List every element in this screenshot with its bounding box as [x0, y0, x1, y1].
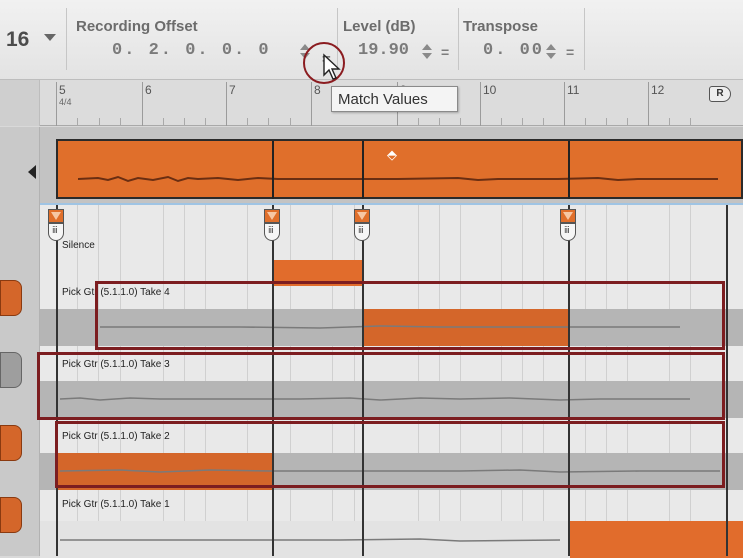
time-signature: 4/4	[59, 97, 72, 107]
highlight-box	[55, 421, 725, 488]
level-label: Level (dB)	[343, 18, 416, 35]
track-header-strip	[0, 127, 40, 556]
take-3-handle[interactable]	[0, 352, 22, 388]
inspector-bar: 16 Recording Offset 0. 2. 0. 0. 0 = Leve…	[0, 0, 743, 80]
bar-tick	[648, 82, 649, 126]
match-transpose-button[interactable]: =	[566, 44, 574, 60]
comp-marker[interactable]	[45, 209, 67, 247]
recording-offset-value[interactable]: 0. 2. 0. 0. 0	[112, 41, 271, 60]
comp-boundary	[362, 141, 364, 199]
bar-label-11: 11	[567, 83, 580, 97]
bar-label-12: 12	[651, 83, 665, 97]
comp-boundary	[726, 205, 728, 556]
tooltip: Match Values	[331, 86, 458, 112]
bar-tick	[564, 82, 565, 126]
separator	[584, 8, 585, 70]
comp-track: ⬘	[40, 127, 743, 205]
bar-tick	[226, 82, 227, 126]
region-marker[interactable]: R	[709, 86, 731, 102]
level-handle-icon[interactable]: ⬘	[387, 147, 397, 163]
comp-marker[interactable]	[261, 209, 283, 247]
bar-label-10: 10	[483, 83, 497, 97]
separator	[66, 8, 67, 70]
highlight-box	[37, 352, 725, 420]
bar-tick	[311, 82, 312, 126]
spinner-icon[interactable]	[546, 44, 557, 60]
level-value[interactable]: 19.90	[358, 41, 409, 60]
comp-boundary	[272, 141, 274, 199]
waveform	[78, 175, 718, 183]
bar-tick	[56, 82, 57, 126]
take-2-handle[interactable]	[0, 425, 22, 461]
chevron-down-icon[interactable]	[44, 34, 56, 41]
highlight-box	[95, 281, 725, 350]
recording-offset-label: Recording Offset	[76, 18, 198, 35]
take-1-handle[interactable]	[0, 497, 22, 533]
separator	[458, 8, 459, 70]
bar-tick	[142, 82, 143, 126]
take-4-handle[interactable]	[0, 280, 22, 316]
comp-marker[interactable]	[351, 209, 373, 247]
comp-audio-clip[interactable]	[56, 139, 743, 199]
comp-marker[interactable]	[557, 209, 579, 247]
bar-label-7: 7	[229, 83, 236, 97]
bar-number: 16	[6, 28, 30, 51]
match-level-button[interactable]: =	[441, 44, 449, 60]
mouse-cursor-icon	[323, 53, 341, 80]
bar-label-5: 5	[59, 83, 66, 97]
ruler-header	[0, 80, 40, 126]
bar-label-6: 6	[145, 83, 152, 97]
bar-tick	[480, 82, 481, 126]
collapse-arrow-icon[interactable]	[0, 157, 40, 227]
transpose-label: Transpose	[463, 18, 539, 35]
comp-boundary	[568, 141, 570, 199]
transpose-value[interactable]: 0. 00	[483, 41, 544, 60]
bar-label-8: 8	[314, 83, 321, 97]
spinner-icon[interactable]	[422, 44, 433, 60]
